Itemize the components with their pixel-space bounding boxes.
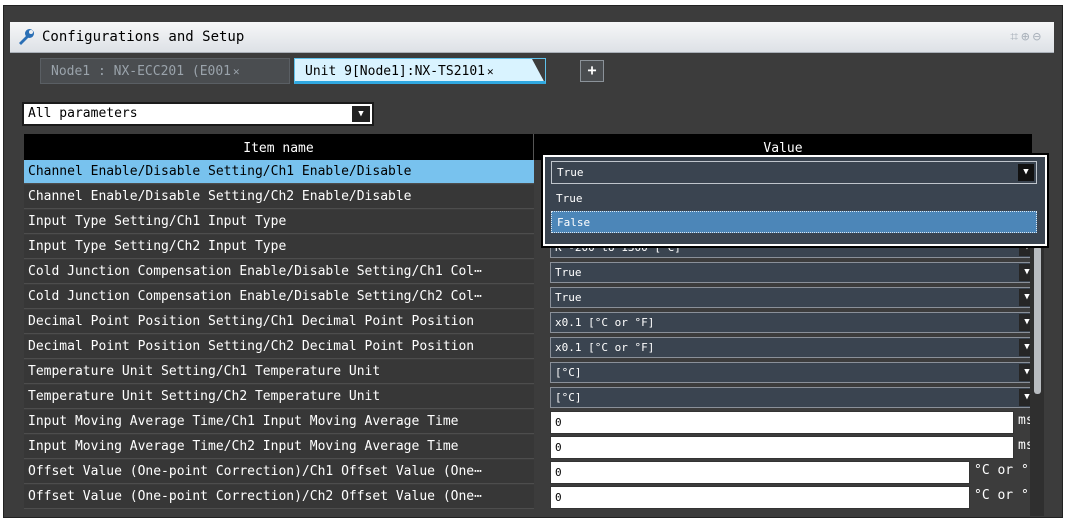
parameter-name: Cold Junction Compensation Enable/Disabl…: [24, 260, 534, 284]
parameter-filter-select[interactable]: All parameters ▼: [22, 102, 374, 126]
table-row[interactable]: Offset Value (One-point Correction)/Ch2 …: [24, 485, 1046, 510]
parameter-name: Offset Value (One-point Correction)/Ch1 …: [24, 460, 534, 484]
dropdown-option-true[interactable]: True: [551, 188, 1037, 210]
tab-unit9[interactable]: Unit 9[Node1]:NX-TS2101 ✕: [294, 58, 546, 84]
value-select[interactable]: x0.1 [°C or °F] ▼: [550, 312, 1038, 333]
close-icon[interactable]: ✕: [233, 65, 240, 78]
tab-node1[interactable]: Node1 : NX-ECC201 (E001 ✕: [40, 58, 290, 84]
table-row[interactable]: Temperature Unit Setting/Ch1 Temperature…: [24, 360, 1046, 385]
add-tab-button[interactable]: +: [580, 60, 604, 82]
fit-icon[interactable]: ⌗: [1010, 29, 1021, 45]
parameter-value-cell: 0 °C or °F: [550, 485, 1038, 509]
tab-label: Node1 : NX-ECC201 (E001: [51, 64, 232, 79]
value-dropdown-popup[interactable]: True ▼ True False: [541, 153, 1049, 248]
filter-value: All parameters: [28, 106, 138, 121]
value-select[interactable]: True▼: [550, 262, 1038, 283]
zoom-in-icon[interactable]: ⊕: [1021, 29, 1032, 45]
dropdown-current-label: True: [557, 166, 584, 179]
table-row[interactable]: Input Moving Average Time/Ch1 Input Movi…: [24, 410, 1046, 435]
table-row[interactable]: Cold Junction Compensation Enable/Disabl…: [24, 285, 1046, 310]
value-select-label: [°C]: [555, 391, 582, 404]
title-bar: Configurations and Setup ⌗⊕⊖: [10, 22, 1054, 53]
value-select-label: True: [555, 291, 582, 304]
table-row[interactable]: Offset Value (One-point Correction)/Ch1 …: [24, 460, 1046, 485]
parameter-name: Offset Value (One-point Correction)/Ch2 …: [24, 485, 534, 509]
window-title: Configurations and Setup: [42, 29, 245, 45]
value-select-label: x0.1 [°C or °F]: [555, 316, 655, 329]
chevron-down-icon[interactable]: ▼: [352, 106, 370, 122]
value-select[interactable]: [°C] ▼: [550, 387, 1038, 408]
value-input[interactable]: 0: [550, 461, 970, 484]
value-select[interactable]: x0.1 [°C or °F] ▼: [550, 337, 1038, 358]
parameter-value-cell: x0.1 [°C or °F] ▼: [550, 310, 1038, 334]
value-select-label: True: [555, 266, 582, 279]
tab-label: Unit 9[Node1]:NX-TS2101: [305, 64, 486, 79]
tab-bar: Node1 : NX-ECC201 (E001 ✕ Unit 9[Node1]:N…: [10, 54, 1054, 88]
parameter-name: Channel Enable/Disable Setting/Ch2 Enabl…: [24, 185, 534, 209]
table-row[interactable]: Cold Junction Compensation Enable/Disabl…: [24, 260, 1046, 285]
parameter-name: Decimal Point Position Setting/Ch2 Decim…: [24, 335, 534, 359]
parameter-name: Channel Enable/Disable Setting/Ch1 Enabl…: [24, 160, 534, 184]
wrench-icon: [19, 29, 34, 45]
dropdown-current-value[interactable]: True ▼: [551, 161, 1037, 184]
value-input[interactable]: 0: [550, 411, 1014, 434]
parameter-value-cell: 0 °C or °F: [550, 460, 1038, 484]
scrollbar-thumb[interactable]: [1034, 246, 1041, 394]
value-unit: °C or °F: [974, 488, 1037, 503]
dropdown-option-false[interactable]: False: [551, 211, 1037, 233]
table-row[interactable]: Input Moving Average Time/Ch2 Input Movi…: [24, 435, 1046, 460]
table-row[interactable]: Temperature Unit Setting/Ch2 Temperature…: [24, 385, 1046, 410]
value-select[interactable]: [°C] ▼: [550, 362, 1038, 383]
table-row[interactable]: Decimal Point Position Setting/Ch2 Decim…: [24, 335, 1046, 360]
value-select-label: [°C]: [555, 366, 582, 379]
parameter-value-cell: [°C] ▼: [550, 360, 1038, 384]
parameter-name: Input Moving Average Time/Ch2 Input Movi…: [24, 435, 534, 459]
zoom-out-icon[interactable]: ⊖: [1033, 29, 1044, 45]
parameter-name: Temperature Unit Setting/Ch2 Temperature…: [24, 385, 534, 409]
parameter-name: Decimal Point Position Setting/Ch1 Decim…: [24, 310, 534, 334]
parameter-name: Input Type Setting/Ch2 Input Type: [24, 235, 534, 259]
parameter-value-cell: True▼: [550, 260, 1038, 284]
parameter-name: Cold Junction Compensation Enable/Disabl…: [24, 285, 534, 309]
close-icon[interactable]: ✕: [487, 65, 494, 78]
parameter-name: Temperature Unit Setting/Ch1 Temperature…: [24, 360, 534, 384]
parameter-name: Input Moving Average Time/Ch1 Input Movi…: [24, 410, 534, 434]
value-input[interactable]: 0: [550, 486, 970, 509]
column-header-item-name[interactable]: Item name: [24, 134, 534, 160]
table-row[interactable]: Decimal Point Position Setting/Ch1 Decim…: [24, 310, 1046, 335]
parameter-value-cell: 0 ms: [550, 410, 1038, 434]
value-input[interactable]: 0: [550, 436, 1014, 459]
parameter-value-cell: 0 ms: [550, 435, 1038, 459]
parameter-value-cell: [°C] ▼: [550, 385, 1038, 409]
parameter-name: Input Type Setting/Ch1 Input Type: [24, 210, 534, 234]
parameter-value-cell: x0.1 [°C or °F] ▼: [550, 335, 1038, 359]
zoom-tools[interactable]: ⌗⊕⊖: [1010, 29, 1044, 45]
chevron-down-icon[interactable]: ▼: [1018, 164, 1034, 181]
parameter-value-cell: True▼: [550, 285, 1038, 309]
value-select[interactable]: True▼: [550, 287, 1038, 308]
config-setup-window: Configurations and Setup ⌗⊕⊖ Node1 : NX-…: [3, 5, 1063, 518]
value-unit: °C or °F: [974, 463, 1037, 478]
value-select-label: x0.1 [°C or °F]: [555, 341, 655, 354]
